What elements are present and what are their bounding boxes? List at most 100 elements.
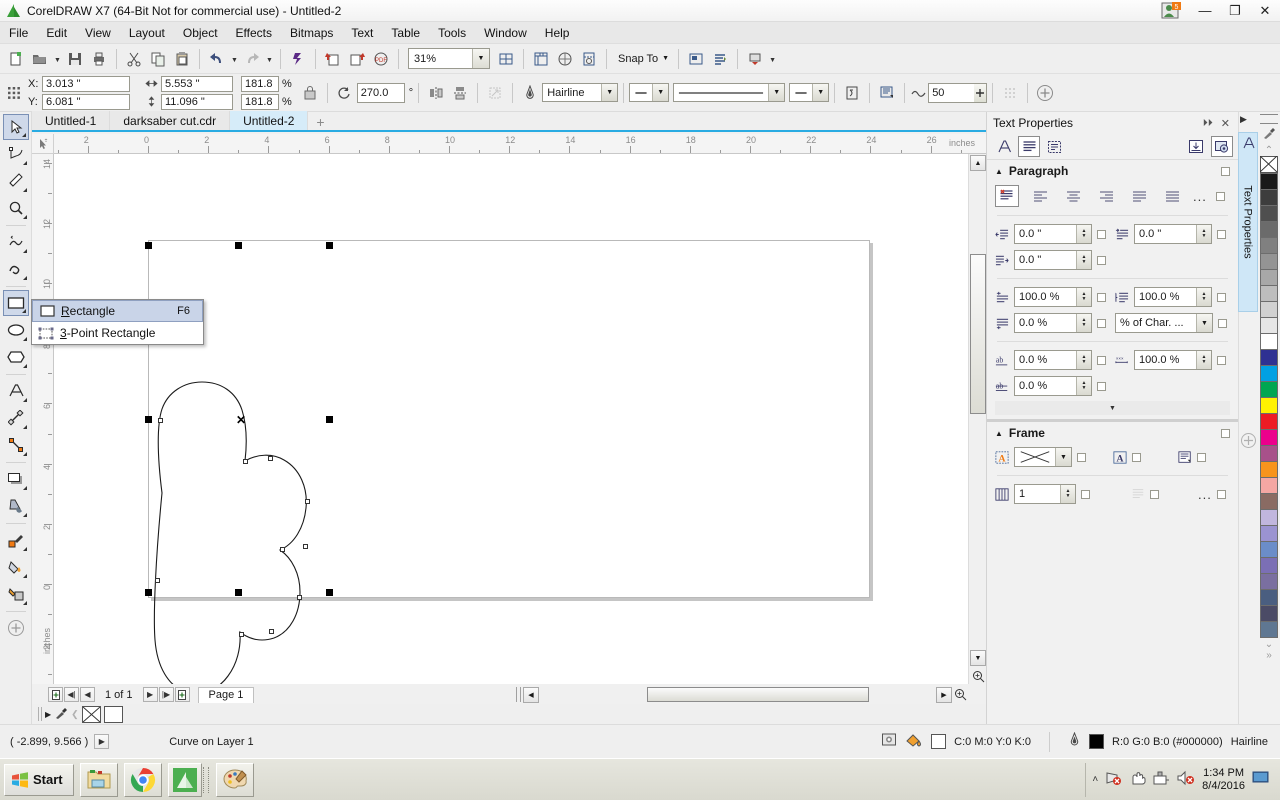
selection-handle-bc[interactable] [235,589,242,596]
frame-section-header[interactable]: ▲ Frame [987,422,1238,444]
after-paragraph-field[interactable]: 100.0 % ▲ ▼ [1134,287,1212,307]
freehand-tool[interactable] [3,229,29,255]
safely-remove-icon[interactable] [1153,771,1170,789]
curve-node[interactable] [155,578,160,583]
columns-field[interactable]: 1 ▲ ▼ [1014,484,1076,504]
alignment-more-button[interactable]: ... [1193,189,1207,204]
undo-dropdown-arrow-icon[interactable]: ▼ [229,47,240,71]
align-none-button[interactable] [995,185,1019,207]
curve-node[interactable] [269,629,274,634]
end-arrowhead-arrow-icon[interactable]: ▼ [812,84,829,101]
taskbar-paint-button[interactable] [215,762,254,797]
redo-button[interactable] [240,47,264,71]
ellipse-tool[interactable] [3,317,29,343]
ruler-origin-button[interactable] [32,134,54,154]
right-indent-stepper[interactable]: ▲ ▼ [1076,251,1091,269]
palette-color-swatch[interactable] [1260,605,1278,622]
align-justify-button[interactable] [1127,185,1151,207]
character-tab[interactable] [993,136,1015,157]
text-wrap-style-button[interactable] [875,81,899,105]
zoom-dropdown-arrow-icon[interactable]: ▼ [472,49,489,68]
line-spacing-checkbox[interactable] [1097,318,1106,328]
menu-view[interactable]: View [76,23,120,43]
first-line-indent-stepper[interactable]: ▲ ▼ [1196,225,1211,243]
palette-color-swatch[interactable] [1260,573,1278,590]
objbar-expand-arrow-icon[interactable]: ▶ [45,710,51,719]
outline-color-swatch[interactable] [1089,734,1105,749]
objbar-prev-icon[interactable]: ❮ [71,709,79,720]
polygon-tool[interactable] [3,344,29,370]
flyout-item-rectangle[interactable]: Rectangle F6 [32,300,203,322]
palette-color-swatch[interactable] [1260,189,1278,206]
last-page-button[interactable]: |▶ [158,687,174,702]
language-spacing-field[interactable]: 0.0 % ▲ ▼ [1014,376,1092,396]
full-screen-preview-button[interactable] [494,47,518,71]
palette-color-swatch[interactable] [1260,621,1278,638]
expand-paragraph-options-button[interactable]: ▼ [995,401,1230,415]
palette-expand-button[interactable]: » [1266,650,1272,661]
sign-in-avatar-icon[interactable]: 5 [1160,1,1182,20]
selected-object-cloud-shape[interactable] [54,154,986,684]
right-indent-field[interactable]: 0.0 " ▲ ▼ [1014,250,1092,270]
fill-color-swatch[interactable] [931,734,947,749]
curve-node[interactable] [303,544,308,549]
palette-color-swatch[interactable] [1260,173,1278,190]
vertical-align-button[interactable] [1178,450,1192,465]
wrap-paragraph-text-button[interactable] [840,81,864,105]
publish-pdf-button[interactable]: PDF [369,47,393,71]
line-spacing-field[interactable]: 0.0 % ▲ ▼ [1014,313,1092,333]
paragraph-collapse-arrow-icon[interactable]: ▲ [995,167,1003,176]
scroll-down-button[interactable]: ▼ [970,650,986,666]
palette-color-swatch[interactable] [1260,317,1278,334]
scroll-right-button[interactable]: ▶ [936,686,952,703]
line-style-arrow-icon[interactable]: ▼ [768,84,785,101]
canvas-horizontal-scrollbar[interactable]: ◀ ▶ [516,686,968,703]
new-document-tab-button[interactable]: + [308,114,332,130]
open-document-button[interactable] [28,47,52,71]
snap-to-button[interactable]: Snap To ▼ [612,50,673,68]
palette-color-swatch[interactable] [1260,589,1278,606]
after-paragraph-checkbox[interactable] [1217,292,1226,302]
palette-color-swatch[interactable] [1260,365,1278,382]
menu-edit[interactable]: Edit [37,23,76,43]
scale-vertical-field[interactable]: 181.8 [241,93,279,110]
shape-tool[interactable] [3,141,29,167]
start-arrowhead-combo[interactable]: ▼ [629,83,670,102]
parallel-dimension-tool[interactable] [3,405,29,431]
palette-color-swatch[interactable] [1260,541,1278,558]
frame-section-checkbox[interactable] [1221,428,1230,438]
left-indent-field[interactable]: 0.0 " ▲ ▼ [1014,224,1092,244]
align-right-button[interactable] [1094,185,1118,207]
crop-tool[interactable] [3,168,29,194]
close-docker-button[interactable]: ✕ [1221,117,1230,130]
left-indent-stepper[interactable]: ▲ ▼ [1076,225,1091,243]
selection-handle-tr[interactable] [326,242,333,249]
quick-customize-button[interactable] [3,615,29,641]
curve-node[interactable] [297,595,302,600]
right-indent-checkbox[interactable] [1097,255,1106,265]
first-line-indent-field[interactable]: 0.0 " ▲ ▼ [1134,224,1212,244]
outline-pen-icon[interactable] [518,81,542,105]
paragraph-tab[interactable] [1018,136,1040,157]
undo-button[interactable] [205,47,229,71]
taskbar-chrome-button[interactable] [123,762,162,797]
document-tab-untitled-2[interactable]: Untitled-2 [230,111,309,130]
action-center-icon[interactable] [1130,770,1146,789]
character-spacing-field[interactable]: 0.0 % ▲ ▼ [1014,350,1092,370]
palette-color-swatch[interactable] [1260,525,1278,542]
objbar-eyedropper-icon[interactable] [54,706,68,723]
paragraph-section-header[interactable]: ▲ Paragraph [987,160,1238,182]
word-spacing-field[interactable]: 100.0 % ▲ ▼ [1134,350,1212,370]
language-spacing-checkbox[interactable] [1097,381,1106,391]
vertical-scroll-thumb[interactable] [970,254,986,414]
taskbar-explorer-button[interactable] [79,762,118,797]
rectangle-tool-flyout-arrow-icon[interactable] [21,309,26,313]
word-spacing-checkbox[interactable] [1217,355,1226,365]
menu-bitmaps[interactable]: Bitmaps [281,23,342,43]
scale-horizontal-field[interactable]: 181.8 [241,75,279,92]
frame-fill-arrow-icon[interactable]: ▼ [1055,448,1071,466]
rectangle-tool-flyout-menu[interactable]: Rectangle F6 3-Point Rectangle [31,299,204,345]
previous-page-button[interactable]: ◀ [80,687,95,702]
curve-node[interactable] [305,499,310,504]
object-origin-icon[interactable] [4,85,24,101]
